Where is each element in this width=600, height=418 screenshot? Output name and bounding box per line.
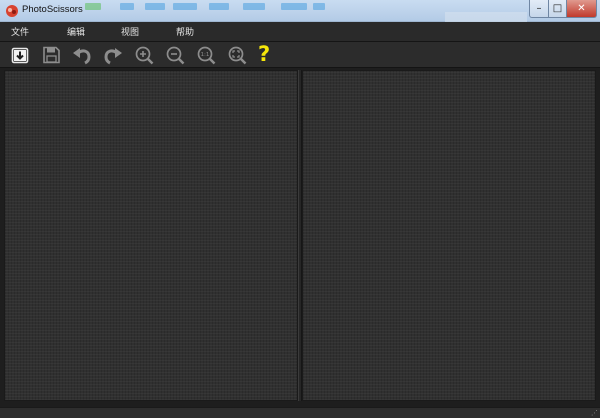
redo-icon (104, 48, 122, 65)
zoom-in-icon (135, 46, 154, 65)
menu-file[interactable]: 文件 (11, 25, 29, 38)
background-window-blur (445, 12, 527, 22)
menu-help[interactable]: 帮助 (176, 25, 194, 38)
zoom-out-icon (166, 46, 185, 65)
maximize-button[interactable]: □ (549, 0, 567, 18)
zoom-out-button[interactable] (164, 44, 186, 66)
zoom-actual-size-label: 1:1 (201, 52, 210, 58)
result-image-pane[interactable] (302, 70, 596, 401)
status-bar: ⋰ (0, 407, 600, 418)
window-title: PhotoScissors (22, 4, 83, 15)
background-taskbar-blur (85, 3, 325, 12)
photoscissors-window: PhotoScissors – □ ✕ 文件 编辑 视图 帮助 1:1 ? ⋰ (0, 0, 600, 418)
title-bar[interactable]: PhotoScissors – □ ✕ (0, 0, 600, 22)
menu-edit[interactable]: 编辑 (67, 25, 85, 38)
undo-icon (73, 48, 91, 65)
close-button[interactable]: ✕ (567, 0, 597, 18)
zoom-actual-size-button[interactable]: 1:1 (195, 44, 217, 66)
open-icon (11, 47, 29, 64)
save-button[interactable] (40, 44, 62, 66)
minimize-button[interactable]: – (529, 0, 549, 18)
menu-bar: 文件 编辑 视图 帮助 (0, 22, 600, 42)
redo-button[interactable] (102, 44, 124, 66)
resize-grip-icon[interactable]: ⋰ (591, 409, 598, 417)
save-icon (43, 46, 60, 64)
zoom-actual-size-icon: 1:1 (197, 46, 216, 65)
undo-button[interactable] (71, 44, 93, 66)
app-icon (6, 5, 18, 17)
zoom-fit-icon (228, 46, 247, 65)
minimize-icon: – (536, 3, 542, 14)
maximize-icon: □ (552, 3, 563, 14)
open-button[interactable] (9, 44, 31, 66)
menu-view[interactable]: 视图 (121, 25, 139, 38)
close-icon: ✕ (577, 3, 586, 14)
help-icon: ? (258, 42, 271, 66)
zoom-fit-button[interactable] (226, 44, 248, 66)
help-button[interactable]: ? (258, 43, 270, 65)
zoom-in-button[interactable] (133, 44, 155, 66)
toolbar: 1:1 ? (0, 42, 600, 68)
source-image-pane[interactable] (4, 70, 298, 401)
workspace (0, 68, 600, 407)
